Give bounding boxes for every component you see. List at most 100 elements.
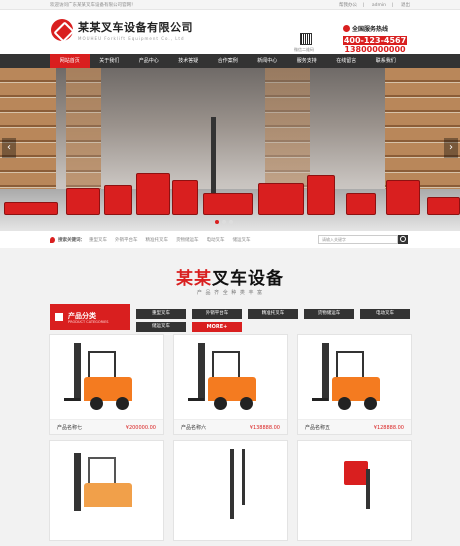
search-button[interactable] (398, 235, 408, 244)
product-info: 产品名称六 ¥138888.00 (174, 419, 287, 434)
phone-icon (343, 25, 350, 32)
forklift-image (4, 202, 58, 215)
category-header: 产品分类 PRODUCT CATEGORIES (50, 304, 130, 330)
product-price: ¥200000.00 (125, 424, 156, 431)
category-subtitle: PRODUCT CATEGORIES (68, 320, 109, 324)
category-tab[interactable]: 外销平台车 (192, 309, 242, 319)
product-card[interactable] (173, 440, 288, 541)
product-card[interactable]: 产品名称五 ¥128888.00 (297, 334, 412, 435)
forklift-mast (366, 469, 370, 509)
category-tab[interactable]: 储运叉车 (136, 322, 186, 332)
banner-prev-button[interactable]: ‹ (2, 138, 16, 158)
forklift-cage (88, 351, 116, 378)
forklift-image (346, 193, 376, 215)
search-input[interactable]: 请输入关键字 (318, 235, 398, 244)
forklift-image (203, 193, 253, 215)
company-logo[interactable]: 某某叉车设备有限公司 MOUHEU Forklift Equipment Co.… (51, 19, 193, 41)
forklift-image (258, 183, 304, 215)
forklift-image (104, 185, 132, 215)
heading-red-part: 某某 (176, 269, 212, 289)
nav-home[interactable]: 网站首页 (50, 54, 90, 68)
product-image (50, 441, 163, 525)
forklift-image (66, 188, 100, 215)
forklift-cage (336, 351, 364, 378)
products-heading: 某某叉车设备 (0, 264, 460, 289)
product-image (174, 335, 287, 419)
product-card[interactable] (49, 440, 164, 541)
product-info: 产品名称七 ¥200000.00 (50, 419, 163, 434)
product-card[interactable]: 产品名称六 ¥138888.00 (173, 334, 288, 435)
forklift-fork (312, 398, 328, 401)
banner-dot[interactable] (229, 220, 233, 224)
forklift-mast (322, 343, 329, 401)
top-bar: 欢迎访问广东某某叉车设备有限公司官网！ 帮我办公 | admin | 退出 (0, 0, 460, 10)
forklift-image (172, 180, 198, 215)
product-card[interactable]: 产品名称七 ¥200000.00 (49, 334, 164, 435)
forklift-cage (212, 351, 240, 378)
forklift-mast (242, 449, 245, 505)
nav-products[interactable]: 产品中心 (129, 54, 169, 68)
forklift-wheel (214, 397, 227, 410)
welcome-text: 欢迎访问广东某某叉车设备有限公司官网！ (50, 2, 136, 8)
product-image (50, 335, 163, 419)
nav-cases[interactable]: 合作案例 (208, 54, 248, 68)
hero-banner[interactable]: ‹ › (0, 68, 460, 231)
forklift-image (386, 180, 420, 215)
hot-keyword[interactable]: 储运叉车 (233, 237, 251, 243)
warehouse-shelf (0, 68, 56, 201)
top-links: 帮我办公 | admin | 退出 (338, 2, 410, 8)
category-tab[interactable]: 精准托叉车 (248, 309, 298, 319)
product-price: ¥138888.00 (249, 424, 280, 431)
forklift-cage (88, 457, 116, 484)
banner-pagination (215, 220, 236, 224)
nav-contact[interactable]: 联系我们 (366, 54, 406, 68)
hotline-number-2: 13800000000 (344, 45, 406, 54)
hot-keyword[interactable]: 电动叉车 (207, 237, 225, 243)
product-image (174, 441, 287, 525)
hot-keyword[interactable]: 货物储运车 (176, 237, 199, 243)
company-en-name: MOUHEU Forklift Equipment Co., Ltd (78, 36, 185, 41)
forklift-mast (74, 453, 81, 511)
products-section-title: 某某叉车设备 产 品 齐 全 种 类 丰 富 (0, 248, 460, 308)
hotline-number-1: 400-123-4567 (343, 36, 407, 45)
category-tab[interactable]: 电动叉车 (360, 309, 410, 319)
nav-about[interactable]: 关于我们 (90, 54, 130, 68)
category-tab[interactable]: 货物储运车 (304, 309, 354, 319)
product-card[interactable] (297, 440, 412, 541)
product-name: 产品名称七 (57, 425, 83, 431)
nav-faq[interactable]: 技术答疑 (169, 54, 209, 68)
forklift-mast (230, 449, 234, 519)
warehouse-shelf (265, 68, 310, 201)
favorite-link[interactable]: 帮我办公 (339, 3, 357, 8)
banner-dot[interactable] (222, 220, 226, 224)
qr-label: 微信二维码 (294, 47, 314, 52)
forklift-body (84, 483, 132, 507)
category-tab[interactable]: 重型叉车 (136, 309, 186, 319)
nav-news[interactable]: 新闻中心 (248, 54, 288, 68)
banner-next-button[interactable]: › (444, 138, 458, 158)
admin-link[interactable]: admin (372, 3, 386, 8)
logout-link[interactable]: 退出 (401, 3, 410, 8)
more-button[interactable]: MORE+ (192, 322, 242, 332)
forklift-wheel (364, 397, 377, 410)
hot-keywords-bar: 搜索关键词： 重型叉车 外销平台车 精准托叉车 货物储运车 电动叉车 储运叉车 … (0, 231, 460, 248)
nav-message[interactable]: 在线留言 (327, 54, 367, 68)
fire-icon (50, 236, 55, 243)
forklift-body (344, 461, 368, 485)
banner-dot[interactable] (215, 220, 219, 224)
forklift-image (307, 175, 335, 215)
hot-keyword[interactable]: 外销平台车 (115, 237, 138, 243)
products-subtitle: 产 品 齐 全 种 类 丰 富 (196, 290, 264, 296)
product-price: ¥128888.00 (373, 424, 404, 431)
product-image (298, 335, 411, 419)
heading-black-part: 叉车设备 (212, 269, 284, 289)
product-name: 产品名称五 (305, 425, 331, 431)
nav-service[interactable]: 服务支持 (287, 54, 327, 68)
hot-keyword[interactable]: 重型叉车 (89, 237, 107, 243)
hot-keyword[interactable]: 精准托叉车 (146, 237, 169, 243)
forklift-mast (74, 343, 81, 401)
logo-icon (51, 19, 73, 41)
forklift-mast (198, 343, 205, 401)
logo-text: 某某叉车设备有限公司 MOUHEU Forklift Equipment Co.… (78, 19, 193, 41)
forklift-wheel (116, 397, 129, 410)
